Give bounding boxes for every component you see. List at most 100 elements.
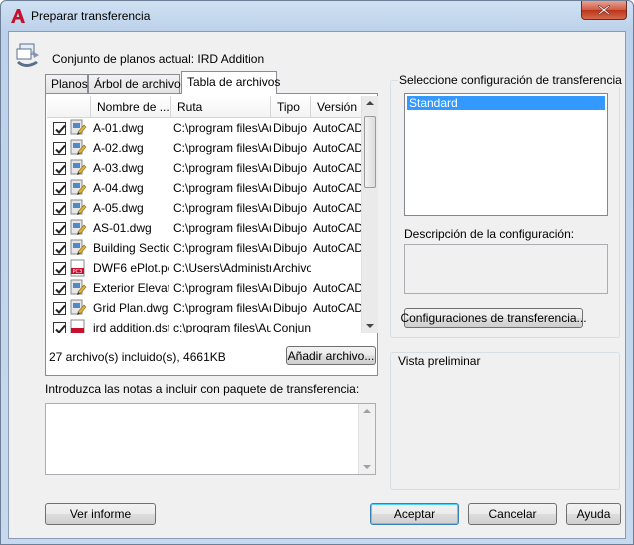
tab-panel-tabla: Nombre de ... Ruta Tipo Versión A-01.dwg…	[45, 93, 378, 376]
cell-path: C:\Users\Administra	[173, 261, 271, 275]
dst-icon	[69, 319, 87, 333]
dwg-icon	[69, 219, 87, 237]
files-summary: 27 archivo(s) incluido(s), 4661KB	[49, 350, 226, 364]
include-checkbox[interactable]	[53, 202, 66, 215]
checkmark-icon	[55, 224, 66, 234]
cell-type: Archivo	[273, 261, 311, 275]
cell-path: C:\program files\Aut	[173, 141, 271, 155]
dwg-icon	[69, 179, 87, 197]
notes-textarea[interactable]	[45, 403, 376, 475]
tab-planos[interactable]: Planos	[45, 74, 88, 93]
notes-scrollbar[interactable]	[358, 404, 375, 474]
close-icon	[598, 5, 610, 15]
cell-name: ird addition.dst	[93, 321, 169, 333]
include-checkbox[interactable]	[53, 182, 66, 195]
checkmark-icon	[55, 244, 66, 254]
svg-text:PC3: PC3	[73, 269, 83, 275]
cell-name: Grid Plan.dwg	[93, 301, 169, 315]
cell-version: AutoCAD	[313, 161, 361, 175]
transfer-config-list[interactable]: Standard	[404, 93, 608, 216]
checkmark-icon	[55, 184, 66, 194]
preview-group	[390, 352, 620, 490]
table-row[interactable]: A-02.dwg C:\program files\AutDibujo dAuto…	[47, 138, 361, 158]
cell-name: Exterior Elevatio	[93, 281, 169, 295]
cell-path: C:\program files\Aut	[173, 301, 271, 315]
dwg-icon	[69, 299, 87, 317]
scrollbar-thumb[interactable]	[364, 116, 376, 188]
transfer-config-label: Seleccione configuración de transferenci…	[398, 73, 623, 87]
table-row[interactable]: Building Section C:\program files\AutDibu…	[47, 238, 361, 258]
notes-scroll-down-icon[interactable]	[363, 465, 371, 469]
include-checkbox[interactable]	[53, 262, 66, 275]
include-checkbox[interactable]	[53, 322, 66, 333]
include-checkbox[interactable]	[53, 302, 66, 315]
include-checkbox[interactable]	[53, 162, 66, 175]
table-row[interactable]: Grid Plan.dwg C:\program files\Aut Dibujo …	[47, 298, 361, 318]
dialog-body: Conjunto de planos actual: IRD Addition …	[8, 31, 626, 539]
transfer-configs-button[interactable]: Configuraciones de transferencia...	[400, 308, 587, 328]
autocad-logo-icon	[11, 9, 25, 23]
scroll-up-icon[interactable]	[366, 101, 374, 105]
dwg-icon	[69, 139, 87, 157]
include-checkbox[interactable]	[53, 242, 66, 255]
dwg-icon	[69, 279, 87, 297]
table-row[interactable]: ird addition.dst c:\program files\Aut Conj…	[47, 318, 361, 333]
add-file-button[interactable]: Añadir archivo...	[286, 346, 376, 365]
table-row[interactable]: Exterior Elevatio C:\program files\AutDib…	[47, 278, 361, 298]
table-row[interactable]: A-01.dwg C:\program files\AutDibujo dAuto…	[47, 118, 361, 138]
accept-button[interactable]: Aceptar	[370, 503, 459, 525]
cell-type: Dibujo d	[273, 301, 311, 315]
cell-version: AutoCAD	[313, 141, 361, 155]
table-row[interactable]: A-03.dwg C:\program files\AutDibujo dAuto…	[47, 158, 361, 178]
column-header-path[interactable]: Ruta	[171, 96, 271, 118]
checkmark-icon	[55, 144, 66, 154]
include-checkbox[interactable]	[53, 122, 66, 135]
cell-version: AutoCAD	[313, 221, 361, 235]
cell-version: AutoCAD	[313, 241, 361, 255]
cell-name: A-03.dwg	[93, 161, 144, 175]
files-table: Nombre de ... Ruta Tipo Versión A-01.dwg…	[47, 96, 361, 333]
column-header-version[interactable]: Versión	[311, 96, 361, 118]
dwg-icon	[69, 119, 87, 137]
table-row[interactable]: PC3 DWF6 ePlot.pc3 C:\Users\AdministraArch…	[47, 258, 361, 278]
cell-name: A-04.dwg	[93, 181, 144, 195]
notes-label: Introduzca las notas a incluir con paque…	[45, 382, 360, 396]
cell-path: C:\program files\Aut	[173, 181, 271, 195]
config-description-box	[404, 244, 608, 294]
sheet-set-icon	[16, 43, 39, 67]
cell-name: DWF6 ePlot.pc3	[93, 261, 169, 275]
column-header-type[interactable]: Tipo	[271, 96, 311, 118]
dwg-icon	[69, 159, 87, 177]
table-row[interactable]: AS-01.dwg C:\program files\AutDibujo dAut…	[47, 218, 361, 238]
view-report-button[interactable]: Ver informe	[45, 503, 156, 525]
cell-type: Dibujo d	[273, 281, 311, 295]
cell-type: Dibujo d	[273, 121, 311, 135]
dialog-window: Preparar transferencia Conjunto de plano…	[0, 0, 634, 545]
table-row[interactable]: A-05.dwg C:\program files\AutDibujo dAuto…	[47, 198, 361, 218]
cell-path: C:\program files\Aut	[173, 121, 271, 135]
cell-type: Dibujo d	[273, 181, 311, 195]
help-button[interactable]: Ayuda	[566, 503, 621, 525]
cell-type: Dibujo d	[273, 221, 311, 235]
include-checkbox[interactable]	[53, 222, 66, 235]
checkmark-icon	[55, 284, 66, 294]
cell-type: Dibujo d	[273, 141, 311, 155]
include-checkbox[interactable]	[53, 282, 66, 295]
transfer-config-option-standard[interactable]: Standard	[407, 96, 605, 110]
tab-tabla-archivos[interactable]: Tabla de archivos	[181, 71, 280, 94]
table-vertical-scrollbar[interactable]	[361, 96, 378, 333]
tab-arbol-archivos[interactable]: Árbol de archivos	[88, 74, 187, 93]
cell-version: AutoCAD	[313, 281, 361, 295]
table-row[interactable]: A-04.dwg C:\program files\AutDibujo dAuto…	[47, 178, 361, 198]
include-checkbox[interactable]	[53, 142, 66, 155]
cancel-button[interactable]: Cancelar	[468, 503, 557, 525]
cell-path: c:\program files\Aut	[173, 321, 271, 333]
scroll-down-icon[interactable]	[366, 324, 374, 328]
checkmark-icon	[55, 264, 66, 274]
close-button[interactable]	[581, 1, 627, 20]
cell-type: Dibujo d	[273, 161, 311, 175]
notes-scroll-up-icon[interactable]	[363, 409, 371, 413]
column-header-check[interactable]	[47, 96, 91, 118]
dwg-icon	[69, 199, 87, 217]
column-header-name[interactable]: Nombre de ...	[91, 96, 171, 118]
